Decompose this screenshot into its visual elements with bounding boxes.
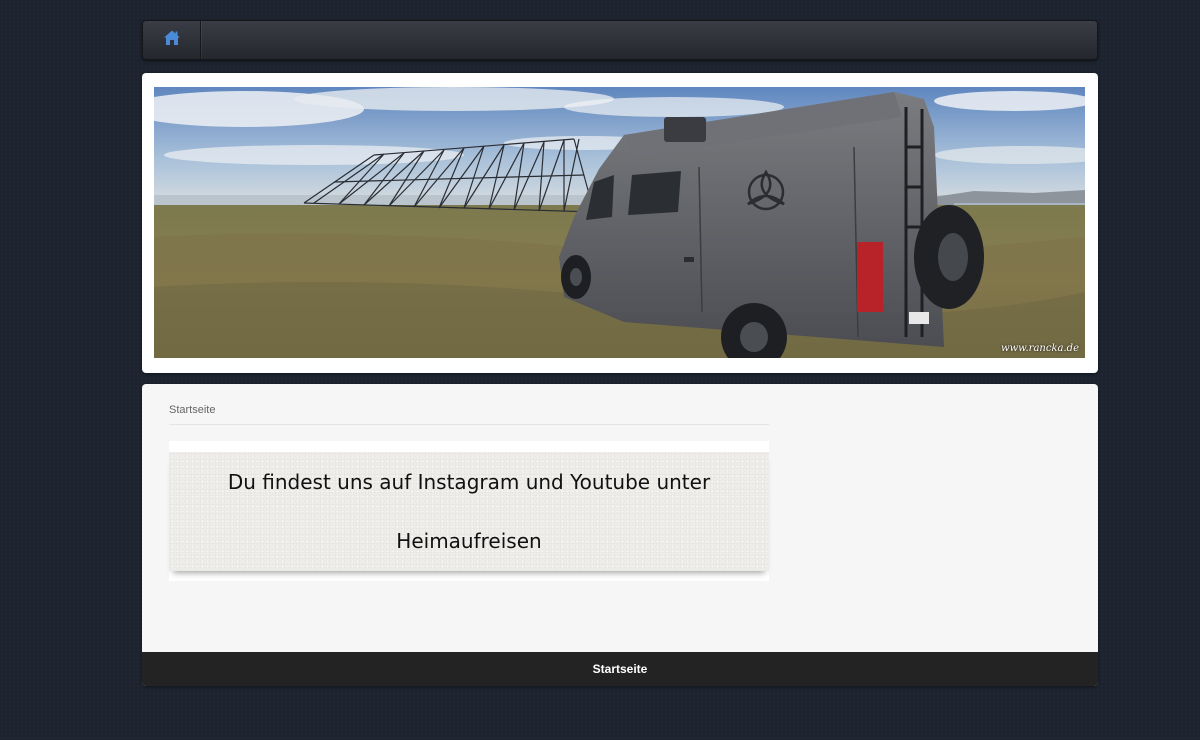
main-content: Startseite Du findest uns auf Instagram … (142, 384, 1098, 686)
banner-watermark: www.rancka.de (1001, 343, 1079, 354)
breadcrumb: Startseite (169, 404, 769, 425)
header-banner-box: www.rancka.de (142, 73, 1098, 373)
footer-link-home[interactable]: Startseite (593, 662, 648, 676)
message-card: Du findest uns auf Instagram und Youtube… (169, 452, 769, 571)
home-icon (163, 29, 181, 51)
message-line-2: Heimaufreisen (396, 529, 542, 553)
top-navbar (142, 20, 1098, 60)
banner-image: www.rancka.de (154, 87, 1085, 358)
footer-bar: Startseite (142, 652, 1098, 686)
message-line-1: Du findest uns auf Instagram und Youtube… (227, 470, 711, 494)
breadcrumb-item-home[interactable]: Startseite (169, 404, 215, 416)
home-button[interactable] (143, 21, 201, 59)
message-container: Du findest uns auf Instagram und Youtube… (169, 441, 769, 581)
